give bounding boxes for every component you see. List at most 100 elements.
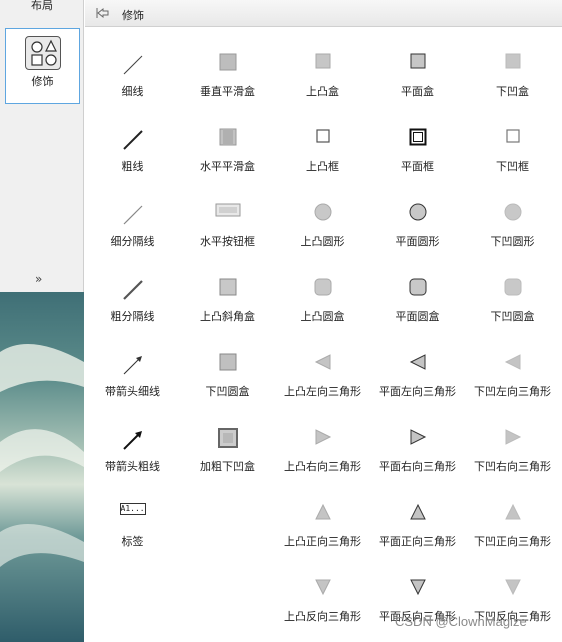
palette-item-thick-line[interactable]: 粗线 <box>85 103 180 173</box>
flat-box-icon <box>370 53 465 73</box>
thick-separator-icon <box>85 278 180 300</box>
thin-separator-icon <box>85 203 180 225</box>
palette-item-label: 平面圆盒 <box>395 310 440 323</box>
pin-icon[interactable] <box>96 6 110 20</box>
palette-item-flat-down-triangle[interactable]: 平面反向三角形 <box>370 553 465 623</box>
palette-item-label: 平面右向三角形 <box>379 460 456 473</box>
palette-item-sunken-up-triangle[interactable]: 下凹正向三角形 <box>465 478 560 548</box>
raised-round-box-icon <box>275 278 370 298</box>
palette-item-label: 下凹圆盒 <box>205 385 250 398</box>
flat-left-triangle-icon <box>370 353 465 373</box>
palette-item-raised-bevel-box[interactable]: 上凸斜角盒 <box>180 253 275 323</box>
flat-round-box-icon <box>370 278 465 298</box>
palette-item-label: 平面盒 <box>401 85 434 98</box>
sunken-frame-icon <box>465 128 560 148</box>
palette-item-raised-frame[interactable]: 上凸框 <box>275 103 370 173</box>
palette-item-label: 加粗下凹盒 <box>200 460 255 473</box>
raised-left-triangle-icon <box>275 353 370 373</box>
sunken-up-triangle-icon <box>465 503 560 523</box>
palette-item-label: 带箭头细线 <box>105 385 160 398</box>
palette-item-label: 平面框 <box>401 160 434 173</box>
palette-item-label: 平面正向三角形 <box>379 535 456 548</box>
flat-frame-icon <box>370 128 465 148</box>
palette-item-thick-arrow[interactable]: 带箭头粗线 <box>85 403 180 473</box>
thin-line-icon <box>85 53 180 75</box>
palette-item-flat-left-triangle[interactable]: 平面左向三角形 <box>370 328 465 398</box>
palette-item-label: 平面左向三角形 <box>379 385 456 398</box>
palette-item-flat-frame[interactable]: 平面框 <box>370 103 465 173</box>
palette-item-raised-round-box[interactable]: 上凸圆盒 <box>275 253 370 323</box>
raised-box-icon <box>275 53 370 73</box>
palette-item-sunken-left-triangle[interactable]: 下凹左向三角形 <box>465 328 560 398</box>
palette-item-raised-up-triangle[interactable]: 上凸正向三角形 <box>275 478 370 548</box>
decoration-palette: 细线 垂直平滑盒 上凸盒 平面盒 下凹盒粗线 水平平滑盒 上凸框 平面框 下凹框细分隔线 水平按钮… <box>85 28 562 642</box>
palette-item-label: 上凸圆盒 <box>300 310 345 323</box>
palette-item-flat-right-triangle[interactable]: 平面右向三角形 <box>370 403 465 473</box>
flat-up-triangle-icon <box>370 503 465 523</box>
palette-item-label: 下凹盒 <box>496 85 529 98</box>
palette-item-label: 下凹正向三角形 <box>474 535 551 548</box>
watermark: CSDN @ClownMagize <box>395 614 527 629</box>
palette-item-sunken-round-box[interactable]: 下凹圆盒 <box>465 253 560 323</box>
palette-item-sunken-frame[interactable]: 下凹框 <box>465 103 560 173</box>
palette-item-label: 下凹框 <box>496 160 529 173</box>
palette-item-label: 上凸圆形 <box>300 235 345 248</box>
category-layout[interactable]: 布局 <box>0 0 84 14</box>
bold-sunken-box-icon <box>180 428 275 448</box>
shapes-icon <box>25 36 61 70</box>
palette-item-sunken-box[interactable]: 下凹盒 <box>465 28 560 98</box>
palette-item-label: 上凸反向三角形 <box>284 610 361 623</box>
palette-item-raised-down-triangle[interactable]: 上凸反向三角形 <box>275 553 370 623</box>
expand-chevron-icon[interactable]: » <box>35 272 42 286</box>
palette-item-sunken-round-box-2[interactable]: 下凹圆盒 <box>180 328 275 398</box>
sunken-round-box-2-icon <box>180 353 275 373</box>
palette-item-label: 粗分隔线 <box>110 310 155 323</box>
palette-item-thin-arrow[interactable]: 带箭头细线 <box>85 328 180 398</box>
thick-arrow-icon <box>85 428 180 450</box>
vertical-smooth-box-icon <box>180 53 275 73</box>
palette-item-flat-circle[interactable]: 平面圆形 <box>370 178 465 248</box>
sunken-right-triangle-icon <box>465 428 560 448</box>
palette-item-thin-line[interactable]: 细线 <box>85 28 180 98</box>
label-icon: A1... <box>85 503 180 523</box>
palette-item-sunken-down-triangle[interactable]: 下凹反向三角形 <box>465 553 560 623</box>
palette-item-horizontal-button-frame[interactable]: 水平按钮框 <box>180 178 275 248</box>
palette-item-vertical-smooth-box[interactable]: 垂直平滑盒 <box>180 28 275 98</box>
palette-item-flat-up-triangle[interactable]: 平面正向三角形 <box>370 478 465 548</box>
palette-item-label: 垂直平滑盒 <box>200 85 255 98</box>
palette-item-raised-box[interactable]: 上凸盒 <box>275 28 370 98</box>
horizontal-button-frame-icon <box>180 203 275 223</box>
palette-item-bold-sunken-box[interactable]: 加粗下凹盒 <box>180 403 275 473</box>
palette-item-label: 下凹圆形 <box>490 235 535 248</box>
category-sidebar: 布局 修饰 » <box>0 0 84 642</box>
palette-item-label: 上凸斜角盒 <box>200 310 255 323</box>
palette-item-label: 细线 <box>121 85 144 98</box>
background-artwork <box>0 292 84 642</box>
category-decoration-label: 修饰 <box>31 75 54 88</box>
palette-item-label: 标签 <box>121 535 144 548</box>
palette-item-label: 平面圆形 <box>395 235 440 248</box>
palette-item-flat-round-box[interactable]: 平面圆盒 <box>370 253 465 323</box>
palette-item-raised-circle[interactable]: 上凸圆形 <box>275 178 370 248</box>
sunken-circle-icon <box>465 203 560 223</box>
horizontal-smooth-box-icon <box>180 128 275 148</box>
sunken-round-box-icon <box>465 278 560 298</box>
palette-item-thin-separator[interactable]: 细分隔线 <box>85 178 180 248</box>
flat-down-triangle-icon <box>370 578 465 598</box>
palette-item-sunken-circle[interactable]: 下凹圆形 <box>465 178 560 248</box>
palette-item-raised-left-triangle[interactable]: 上凸左向三角形 <box>275 328 370 398</box>
thin-arrow-icon <box>85 353 180 375</box>
palette-item-flat-box[interactable]: 平面盒 <box>370 28 465 98</box>
palette-item-label: 带箭头粗线 <box>105 460 160 473</box>
raised-up-triangle-icon <box>275 503 370 523</box>
sunken-box-icon <box>465 53 560 73</box>
palette-item-sunken-right-triangle[interactable]: 下凹右向三角形 <box>465 403 560 473</box>
palette-item-raised-right-triangle[interactable]: 上凸右向三角形 <box>275 403 370 473</box>
palette-item-horizontal-smooth-box[interactable]: 水平平滑盒 <box>180 103 275 173</box>
palette-item-label[interactable]: A1... 标签 <box>85 478 180 548</box>
category-decoration-selected[interactable]: 修饰 <box>5 28 80 104</box>
palette-item-label: 上凸正向三角形 <box>284 535 361 548</box>
palette-item-label: 上凸左向三角形 <box>284 385 361 398</box>
palette-item-thick-separator[interactable]: 粗分隔线 <box>85 253 180 323</box>
palette-item-label: 下凹圆盒 <box>490 310 535 323</box>
